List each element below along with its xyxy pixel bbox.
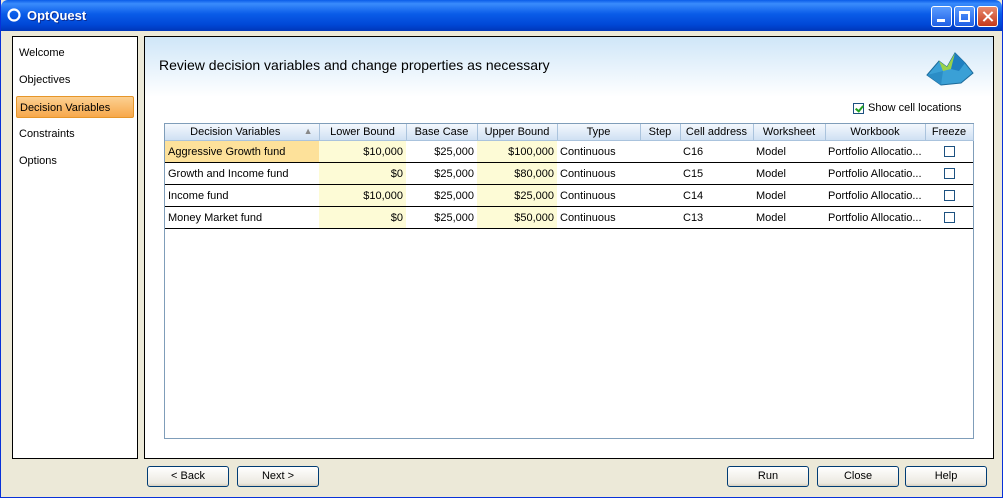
wizard-nav: Welcome Objectives Decision Variables Co… [12,36,138,459]
freeze-checkbox[interactable] [943,212,955,224]
help-button[interactable]: Help [905,466,987,487]
nav-item-decision-variables[interactable]: Decision Variables [16,96,134,118]
cell-type[interactable]: Continuous [557,184,640,207]
column-header-base-case[interactable]: Base Case [406,124,478,141]
cell-address: C13 [680,206,753,229]
cell-type[interactable]: Continuous [557,206,640,229]
optquest-app-icon [7,8,21,22]
cell-freeze [925,206,973,229]
cell-upper-bound[interactable]: $25,000 [477,184,557,207]
next-button[interactable]: Next > [237,466,319,487]
cell-address: C15 [680,162,753,185]
cell-step[interactable] [640,140,680,163]
show-cell-locations-label: Show cell locations [868,102,962,115]
table-row[interactable]: Money Market fund $0 $25,000 $50,000 Con… [165,206,973,229]
cell-lower-bound[interactable]: $10,000 [319,140,406,163]
cell-upper-bound[interactable]: $50,000 [477,206,557,229]
cell-freeze [925,184,973,207]
maximize-button[interactable] [954,6,975,27]
cell-worksheet: Model [753,184,825,207]
cell-address: C14 [680,184,753,207]
column-header-step[interactable]: Step [640,124,681,141]
column-header-type[interactable]: Type [557,124,641,141]
cell-base-case[interactable]: $25,000 [406,140,477,163]
page-title: Review decision variables and change pro… [159,57,550,73]
cell-lower-bound[interactable]: $10,000 [319,184,406,207]
freeze-checkbox[interactable] [943,190,955,202]
cell-lower-bound[interactable]: $0 [319,206,406,229]
column-header-lower-bound[interactable]: Lower Bound [319,124,407,141]
freeze-checkbox[interactable] [943,168,955,180]
cell-freeze [925,140,973,163]
cell-step[interactable] [640,206,680,229]
cell-name[interactable]: Aggressive Growth fund [165,140,319,163]
window-title: OptQuest [27,8,87,23]
column-header-upper-bound[interactable]: Upper Bound [477,124,558,141]
minimize-button[interactable] [931,6,952,27]
show-cell-locations-checkbox[interactable] [853,102,864,114]
table-row[interactable]: Growth and Income fund $0 $25,000 $80,00… [165,162,973,185]
cell-base-case[interactable]: $25,000 [406,184,477,207]
nav-item-objectives[interactable]: Objectives [16,69,134,91]
back-button[interactable]: < Back [147,466,229,487]
cell-lower-bound[interactable]: $0 [319,162,406,185]
cell-name[interactable]: Money Market fund [165,206,319,229]
cell-name[interactable]: Income fund [165,184,319,207]
column-header-worksheet[interactable]: Worksheet [753,124,826,141]
grid-header-row: Decision Variables ▲ Lower Bound Base Cas… [165,124,974,141]
cell-freeze [925,162,973,185]
cell-workbook: Portfolio Allocatio... [825,162,925,185]
optquest-window: OptQuest Welcome Objectives Decision Var… [0,0,1003,498]
cell-step[interactable] [640,184,680,207]
nav-item-welcome[interactable]: Welcome [16,42,134,64]
column-header-workbook[interactable]: Workbook [825,124,926,141]
cell-type[interactable]: Continuous [557,162,640,185]
cell-name[interactable]: Growth and Income fund [165,162,319,185]
cell-worksheet: Model [753,206,825,229]
cell-address: C16 [680,140,753,163]
freeze-checkbox[interactable] [943,146,955,158]
show-cell-locations-toggle[interactable]: Show cell locations [853,101,962,115]
title-bar[interactable]: OptQuest [1,0,1002,31]
close-window-button[interactable] [977,6,998,27]
sort-ascending-icon: ▲ [303,126,313,136]
cell-upper-bound[interactable]: $100,000 [477,140,557,163]
cell-upper-bound[interactable]: $80,000 [477,162,557,185]
cell-workbook: Portfolio Allocatio... [825,206,925,229]
nav-item-constraints[interactable]: Constraints [16,123,134,145]
cell-workbook: Portfolio Allocatio... [825,140,925,163]
cell-step[interactable] [640,162,680,185]
cell-worksheet: Model [753,162,825,185]
column-header-decision-variables[interactable]: Decision Variables ▲ [165,124,320,141]
run-button[interactable]: Run [727,466,809,487]
cell-worksheet: Model [753,140,825,163]
table-row[interactable]: Aggressive Growth fund $10,000 $25,000 $… [165,140,973,163]
cell-base-case[interactable]: $25,000 [406,206,477,229]
cell-type[interactable]: Continuous [557,140,640,163]
close-button[interactable]: Close [817,466,899,487]
cell-workbook: Portfolio Allocatio... [825,184,925,207]
optquest-3d-surface-logo [926,52,974,86]
cell-base-case[interactable]: $25,000 [406,162,477,185]
main-panel: Review decision variables and change pro… [144,36,994,459]
nav-item-options[interactable]: Options [16,150,134,172]
table-row[interactable]: Income fund $10,000 $25,000 $25,000 Cont… [165,184,973,207]
decision-variables-grid[interactable]: Decision Variables ▲ Lower Bound Base Cas… [164,123,974,439]
header-band: Review decision variables and change pro… [145,37,993,97]
column-header-freeze[interactable]: Freeze [925,124,974,141]
column-header-cell-address[interactable]: Cell address [680,124,754,141]
